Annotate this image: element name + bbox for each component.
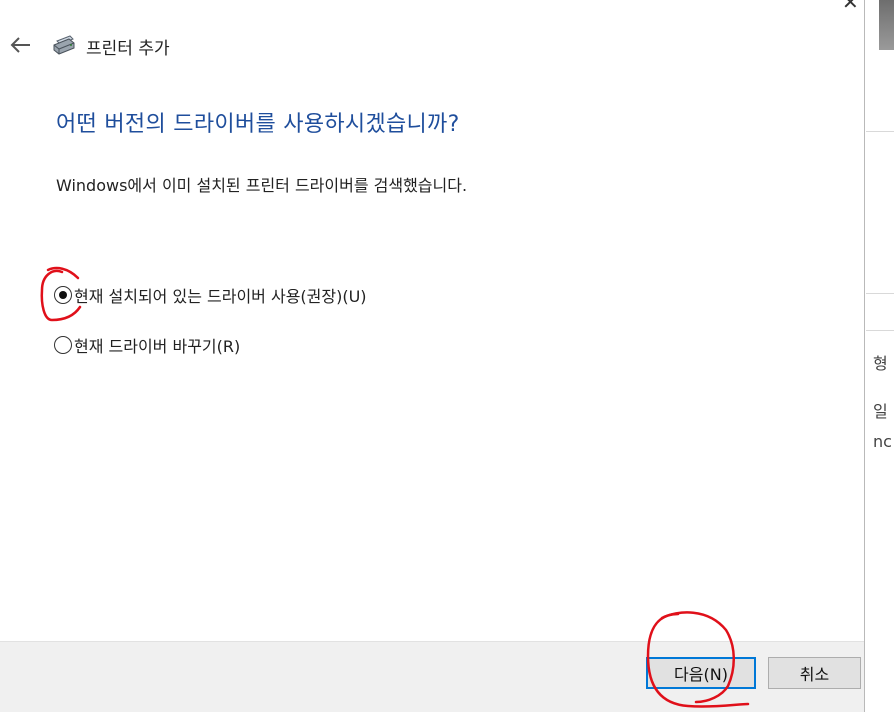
background-divider [866,330,894,331]
background-text: nc [873,432,892,451]
background-text: 일 [873,402,888,421]
option-replace-driver[interactable]: 현재 드라이버 바꾸기(R) [54,334,240,356]
background-window-titlebar [879,0,894,50]
option-label: 현재 드라이버 바꾸기(R) [74,337,241,356]
option-label: 현재 설치되어 있는 드라이버 사용(권장)(U) [74,287,367,306]
background-text: 형 [873,354,888,373]
printer-icon [53,35,75,55]
add-printer-dialog: ✕ 프린터 추가 어떤 버전의 드라이버를 사용하시겠습니까? Windows에… [0,0,865,712]
page-heading: 어떤 버전의 드라이버를 사용하시겠습니까? [56,112,460,137]
next-button[interactable]: 다음(N) [646,657,756,689]
screenshot-stage: 형 일 nc ✕ 프린터 추가 어떤 버전의 드라이버를 사용하시겠습니까? W… [0,0,894,712]
background-divider [866,131,894,132]
radio-button-selected[interactable] [54,286,72,304]
option-use-current-driver[interactable]: 현재 설치되어 있는 드라이버 사용(권장)(U) [54,284,367,306]
close-icon[interactable]: ✕ [842,0,859,12]
dialog-title: 프린터 추가 [86,39,170,59]
back-arrow-icon[interactable] [10,36,32,54]
cancel-button[interactable]: 취소 [768,657,861,689]
background-divider [866,293,894,294]
page-description: Windows에서 이미 설치된 프린터 드라이버를 검색했습니다. [56,176,468,195]
radio-button[interactable] [54,336,72,354]
